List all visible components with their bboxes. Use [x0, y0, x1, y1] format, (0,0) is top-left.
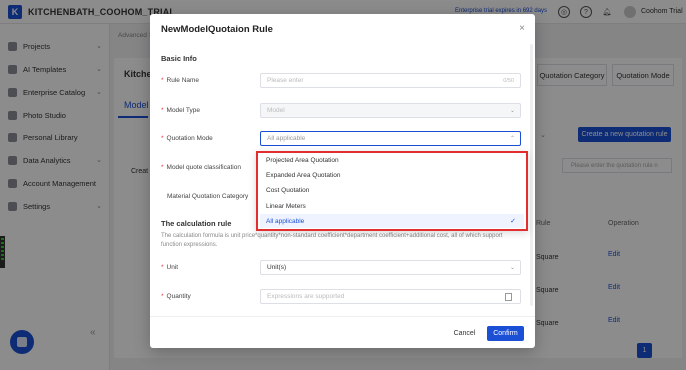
close-icon[interactable]: ×	[519, 23, 525, 34]
option-cost-quotation[interactable]: Cost Quotation	[260, 183, 524, 197]
model-quote-classification-label: * Model quote classification	[161, 164, 241, 171]
option-projected-area-quotation[interactable]: Projected Area Quotation	[260, 153, 524, 167]
confirm-button[interactable]: Confirm	[487, 326, 524, 341]
rule-name-label: * Rule Name	[161, 77, 200, 84]
check-icon: ✓	[510, 218, 516, 225]
quotation-mode-select[interactable]: All applicable ⌃	[260, 131, 521, 146]
option-linear-meters[interactable]: Linear Meters	[260, 199, 524, 213]
chevron-down-icon: ⌄	[509, 265, 515, 271]
option-all-applicable[interactable]: All applicable ✓	[260, 214, 524, 228]
model-type-label: * Model Type	[161, 107, 201, 114]
option-expanded-area-quotation[interactable]: Expanded Area Quotation	[260, 168, 524, 182]
calculation-description: The calculation formula is unit price*qu…	[161, 233, 503, 248]
char-counter: 0/50	[503, 77, 514, 84]
unit-label: * Unit	[161, 264, 179, 271]
dialog-title: NewModelQuotaion Rule	[161, 24, 273, 35]
chevron-up-icon: ⌃	[509, 136, 515, 142]
section-basic-info: Basic Info	[161, 54, 197, 63]
cancel-button[interactable]: Cancel	[448, 326, 481, 341]
material-quotation-category-label: Material Quotation Category	[167, 193, 249, 200]
chevron-down-icon: ⌄	[509, 108, 515, 114]
model-type-select[interactable]: Model ⌄	[260, 103, 521, 118]
calculator-icon[interactable]	[505, 292, 512, 301]
quotation-mode-dropdown: Projected Area Quotation Expanded Area Q…	[256, 151, 528, 231]
scrollbar[interactable]	[530, 44, 533, 306]
unit-select[interactable]: Unit(s) ⌄	[260, 260, 521, 275]
dialog-footer: Cancel Confirm	[150, 316, 535, 348]
quotation-mode-label: * Quotation Mode	[161, 135, 213, 142]
quantity-label: * Quantity	[161, 293, 191, 300]
section-calculation-rule: The calculation rule	[161, 219, 232, 228]
quantity-input[interactable]: Expressions are supported	[260, 289, 521, 304]
rule-name-input[interactable]: Please enter 0/50	[260, 73, 521, 88]
